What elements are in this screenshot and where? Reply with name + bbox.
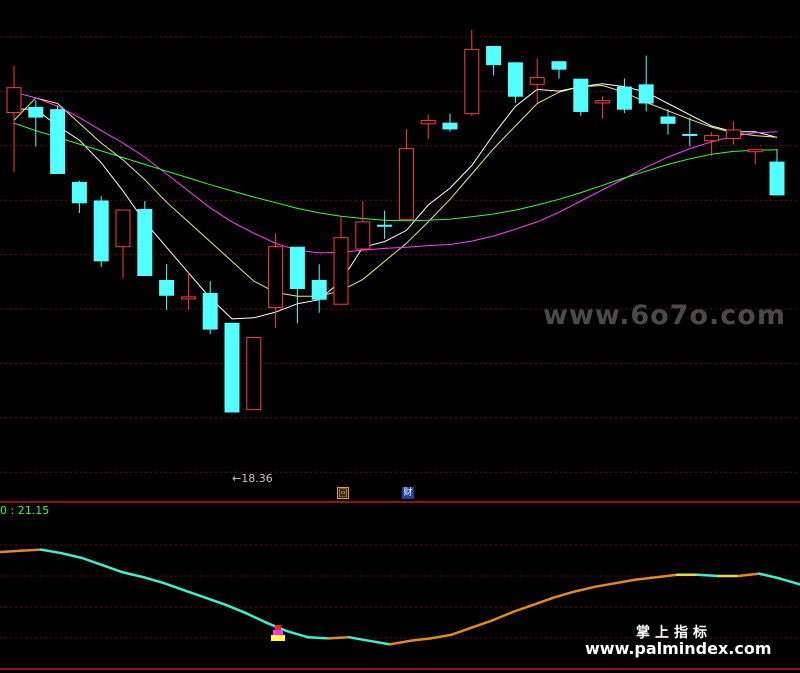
candle-body-down: [71, 181, 87, 204]
indicator-segment: [511, 603, 535, 614]
indicator-segment: [593, 581, 617, 589]
watermark-6o7o: www.6o7o.com: [543, 300, 786, 331]
watermark-palmindex: www.palmindex.com: [585, 639, 772, 658]
indicator-segment: [285, 629, 309, 639]
indicator-segment: [60, 551, 84, 560]
candle-body-down: [486, 45, 502, 66]
candle-body-down: [202, 292, 218, 330]
candle-body-up: [333, 237, 349, 305]
indicator-segment: [409, 637, 433, 643]
indicator-segment: [532, 596, 556, 607]
event-marker-cai[interactable]: 财: [402, 487, 414, 499]
signal-marker-bottom: [271, 635, 285, 641]
indicator-segment: [39, 548, 63, 555]
indicator-segment: [306, 635, 330, 640]
indicator-segment: [470, 619, 494, 629]
candle-body-down: [50, 109, 66, 174]
signal-marker-mid: [273, 630, 283, 635]
indicator-segment: [388, 639, 412, 646]
low-price-label: ←18.36: [232, 472, 273, 485]
indicator-segment: [367, 639, 391, 646]
candle-body-down: [224, 322, 240, 413]
candle-body-up: [355, 221, 371, 250]
indicator-segment: [450, 626, 474, 637]
candle-body-down: [507, 62, 523, 97]
candle-body-down: [377, 224, 393, 227]
candle-body-down: [311, 279, 327, 300]
indicator-segment: [101, 563, 125, 574]
indicator-segment: [573, 585, 597, 593]
candle-body-down: [638, 84, 654, 104]
candle-body-down: [682, 133, 698, 136]
indicator-value-label: 0 : 21.15: [0, 504, 50, 517]
indicator-segment: [491, 610, 515, 622]
candle-body-down: [769, 161, 785, 196]
event-marker-hui[interactable]: 回: [337, 487, 349, 499]
indicator-segment: [203, 596, 227, 607]
ma-line-4: [13, 122, 778, 222]
candle-body-down: [442, 122, 458, 130]
indicator-segment: [0, 549, 22, 554]
indicator-segment: [326, 635, 350, 640]
indicator-segment: [224, 603, 248, 615]
candle-body-up: [115, 209, 131, 248]
indicator-segment: [552, 590, 576, 599]
candle-body-up: [464, 48, 480, 115]
candle-body-up: [704, 135, 720, 142]
candle-body-up: [595, 100, 611, 104]
indicator-segment: [614, 578, 638, 585]
indicator-segment: [655, 573, 679, 579]
candle-body-down: [573, 78, 589, 112]
indicator-segment: [778, 577, 800, 586]
candle-body-up: [268, 246, 284, 309]
indicator-segment: [634, 575, 658, 581]
candle-body-down: [551, 61, 567, 70]
indicator-segment: [244, 611, 268, 625]
candle-body-down: [289, 246, 305, 290]
candle-body-down: [660, 116, 676, 124]
candle-body-down: [28, 106, 44, 118]
indicator-segment: [183, 589, 207, 599]
candle-body-down: [159, 279, 175, 296]
candle-body-up: [725, 129, 741, 139]
candle-body-up: [6, 87, 22, 114]
candle-body-down: [137, 208, 153, 277]
candle-body-up: [246, 336, 262, 411]
candle-body-up: [398, 148, 414, 221]
candle-body-up: [180, 296, 196, 300]
candle-body-down: [616, 86, 632, 110]
candle-body-up: [529, 77, 545, 85]
candle-body-up: [420, 119, 436, 125]
indicator-segment: [142, 575, 166, 585]
indicator-segment: [696, 573, 720, 578]
indicator-segment: [162, 581, 186, 592]
indicator-segment: [19, 548, 43, 553]
candle-body-up: [747, 149, 763, 153]
candle-body-down: [93, 200, 109, 262]
indicator-segment: [429, 633, 453, 640]
chart: [0, 30, 800, 670]
indicator-segment: [80, 556, 104, 567]
